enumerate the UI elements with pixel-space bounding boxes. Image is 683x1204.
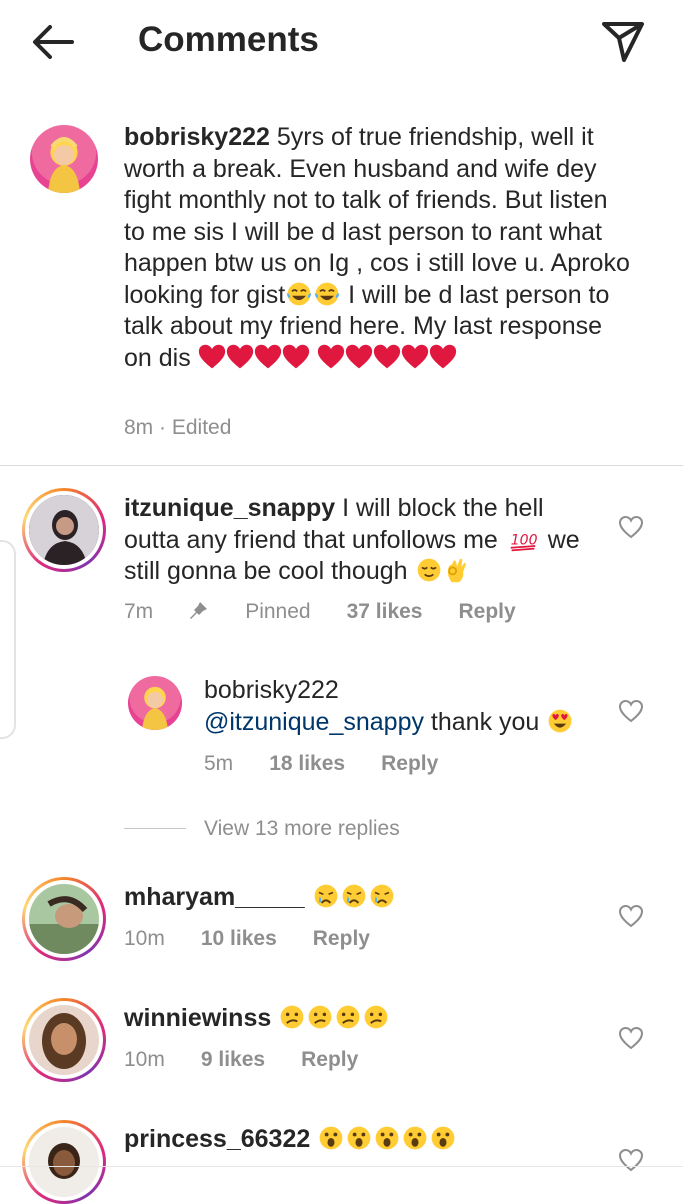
avatar — [29, 884, 99, 954]
confused-face-emoji — [306, 1003, 334, 1031]
reply-button[interactable]: Reply — [301, 1048, 358, 1071]
astonished-face-emoji — [373, 1124, 401, 1152]
mention-link[interactable]: @itzunique_snappy — [204, 708, 424, 736]
meta-separator: · — [159, 416, 167, 439]
astonished-face-emoji — [401, 1124, 429, 1152]
comment-time: 7m — [124, 600, 154, 623]
comment-time: 10m — [124, 1048, 165, 1071]
edited-label: Edited — [171, 416, 232, 439]
paper-plane-icon[interactable] — [600, 20, 646, 64]
red-heart-emoji — [429, 343, 457, 371]
top-bar: Comments — [0, 0, 683, 82]
caption-time: 8m — [124, 416, 154, 439]
avatar[interactable] — [128, 676, 182, 730]
comment-username[interactable]: itzunique_snappy — [124, 494, 335, 522]
story-ring[interactable] — [22, 877, 106, 961]
red-heart-emoji — [198, 343, 226, 371]
comment-username[interactable]: mharyam_____ — [124, 883, 305, 911]
avatar[interactable] — [30, 125, 98, 193]
story-ring[interactable] — [22, 1120, 106, 1204]
reply-button[interactable]: Reply — [313, 927, 370, 950]
avatar — [29, 1127, 99, 1197]
reply-body: thank you — [423, 707, 547, 736]
comment-username[interactable]: princess_66322 — [124, 1125, 310, 1153]
hundred-points-emoji — [505, 525, 541, 553]
likes-count[interactable]: 18 likes — [269, 752, 345, 775]
crying-face-emoji — [312, 882, 340, 910]
red-heart-emoji — [345, 343, 373, 371]
view-more-replies-button[interactable]: View 13 more replies — [204, 817, 400, 841]
reply-button[interactable]: Reply — [381, 752, 438, 775]
confused-face-emoji — [334, 1003, 362, 1031]
red-heart-emoji — [317, 343, 345, 371]
bottom-divider — [0, 1166, 683, 1167]
pinned-label: Pinned — [245, 600, 311, 623]
likes-count[interactable]: 37 likes — [347, 600, 423, 623]
likes-count[interactable]: 9 likes — [201, 1048, 265, 1071]
reply-time: 5m — [204, 752, 234, 775]
page-title: Comments — [138, 20, 319, 59]
reply-meta: 5m 18 likes Reply — [204, 752, 474, 776]
comment-text: princess_66322 — [124, 1124, 584, 1156]
heart-outline-icon[interactable] — [618, 699, 644, 723]
arrow-left-icon[interactable] — [28, 22, 78, 62]
story-ring[interactable] — [22, 998, 106, 1082]
red-heart-emoji — [401, 343, 429, 371]
view-replies-line — [124, 828, 186, 829]
comment-meta: 7m Pinned 37 likes Reply — [124, 600, 552, 624]
heart-outline-icon[interactable] — [618, 1148, 644, 1172]
ok-hand-emoji — [443, 556, 471, 584]
confused-face-emoji — [362, 1003, 390, 1031]
face-with-tears-of-joy-emoji — [285, 280, 313, 308]
caption-username[interactable]: bobrisky222 — [124, 123, 270, 151]
crying-face-emoji — [368, 882, 396, 910]
reply-username[interactable]: bobrisky222 — [204, 676, 339, 704]
astonished-face-emoji — [429, 1124, 457, 1152]
astonished-face-emoji — [345, 1124, 373, 1152]
smiling-face-with-heart-eyes-emoji — [546, 707, 574, 735]
comment-username[interactable]: winniewinss — [124, 1004, 271, 1032]
caption-text: bobrisky222 5yrs of true friendship, wel… — [124, 122, 634, 374]
comment-text: winniewinss — [124, 1003, 584, 1035]
likes-count[interactable]: 10 likes — [201, 927, 277, 950]
face-with-tears-of-joy-emoji — [313, 280, 341, 308]
heart-outline-icon[interactable] — [618, 1026, 644, 1050]
caption-meta: 8m · Edited — [124, 416, 267, 440]
comment-text: mharyam_____ — [124, 882, 584, 914]
red-heart-emoji — [373, 343, 401, 371]
comment-text: itzunique_snappy I will block the hell o… — [124, 493, 584, 588]
reply-text: bobrisky222 @itzunique_snappy thank you — [204, 675, 604, 738]
heart-outline-icon[interactable] — [618, 904, 644, 928]
comment-meta: 10m 9 likes Reply — [124, 1048, 394, 1072]
reply-button[interactable]: Reply — [458, 600, 515, 623]
caption-divider — [0, 465, 683, 466]
avatar — [29, 1005, 99, 1075]
red-heart-emoji — [254, 343, 282, 371]
astonished-face-emoji — [317, 1124, 345, 1152]
confused-face-emoji — [278, 1003, 306, 1031]
pinned-indicator: Pinned — [189, 600, 311, 623]
red-heart-emoji — [282, 343, 310, 371]
avatar — [29, 495, 99, 565]
heart-outline-icon[interactable] — [618, 515, 644, 539]
side-panel-edge — [0, 540, 16, 739]
story-ring[interactable] — [22, 488, 106, 572]
relieved-face-emoji — [415, 556, 443, 584]
pin-icon — [189, 601, 209, 621]
red-heart-emoji — [226, 343, 254, 371]
comment-time: 10m — [124, 927, 165, 950]
crying-face-emoji — [340, 882, 368, 910]
comment-meta: 10m 10 likes Reply — [124, 927, 406, 951]
